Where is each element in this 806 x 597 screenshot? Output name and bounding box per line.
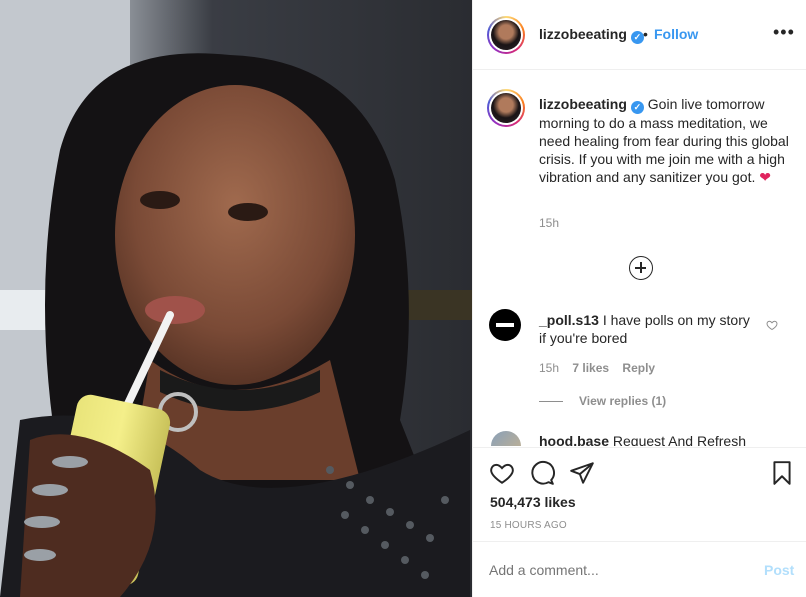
comment-item: _poll.s13 I have polls on my story if yo…: [539, 311, 759, 347]
heart-outline-icon[interactable]: [489, 460, 515, 486]
more-options-icon[interactable]: •••: [773, 22, 795, 43]
instagram-post-modal: lizzobeeating ✓ • Follow ••• lizzobeeatin…: [0, 0, 806, 597]
author-username[interactable]: lizzobeeating ✓: [539, 26, 644, 44]
post-header: lizzobeeating ✓ • Follow •••: [473, 0, 806, 70]
comment-username[interactable]: hood.base: [539, 433, 609, 446]
post-comment-button[interactable]: Post: [764, 562, 794, 578]
reply-button[interactable]: Reply: [622, 361, 655, 375]
caption-author-avatar[interactable]: [487, 89, 525, 127]
avatar-image: [491, 20, 521, 50]
view-replies-label: View replies (1): [579, 394, 667, 408]
post-side-panel: lizzobeeating ✓ • Follow ••• lizzobeeatin…: [472, 0, 806, 597]
follow-button[interactable]: Follow: [654, 26, 698, 42]
post-photo[interactable]: [0, 0, 472, 597]
comment-text: Request And Refresh: [612, 433, 746, 446]
commenter-avatar[interactable]: [491, 431, 521, 446]
caption-username[interactable]: lizzobeeating: [539, 96, 627, 112]
comment-username[interactable]: _poll.s13: [539, 312, 599, 328]
replies-divider: [539, 401, 563, 403]
post-caption: lizzobeeating ✓ Goin live tomorrow mornin…: [539, 95, 791, 186]
add-comment-bar: Post: [473, 541, 806, 597]
author-avatar[interactable]: [487, 16, 525, 54]
comment-likes[interactable]: 7 likes: [572, 361, 609, 375]
post-photo-illustration: [0, 0, 472, 597]
comments-list[interactable]: lizzobeeating ✓ Goin live tomorrow mornin…: [473, 71, 806, 446]
plus-circle-icon[interactable]: [629, 256, 653, 280]
post-actions: 504,473 likes 15 HOURS AGO: [473, 447, 806, 541]
add-comment-input[interactable]: [489, 562, 749, 578]
like-count[interactable]: 504,473 likes: [490, 494, 576, 510]
comment-bubble-icon[interactable]: [529, 460, 555, 486]
caption-time[interactable]: 15h: [539, 216, 559, 230]
view-replies-button[interactable]: View replies (1): [539, 394, 666, 408]
comment-meta: 15h 7 likes Reply: [539, 361, 665, 375]
bookmark-icon[interactable]: [769, 460, 795, 486]
verified-badge-icon: ✓: [630, 101, 644, 114]
header-separator: •: [643, 26, 648, 42]
author-username-text[interactable]: lizzobeeating: [539, 26, 627, 42]
small-heart-icon[interactable]: [766, 319, 778, 331]
comment-time[interactable]: 15h: [539, 361, 559, 375]
paper-plane-icon[interactable]: [569, 460, 595, 486]
verified-badge-icon: ✓: [630, 31, 644, 44]
commenter-avatar[interactable]: [489, 309, 521, 341]
post-timestamp[interactable]: 15 HOURS AGO: [490, 520, 567, 531]
heart-emoji: ❤: [759, 169, 771, 185]
comment-item: hood.base Request And Refresh: [539, 433, 799, 446]
avatar-image: [491, 93, 521, 123]
